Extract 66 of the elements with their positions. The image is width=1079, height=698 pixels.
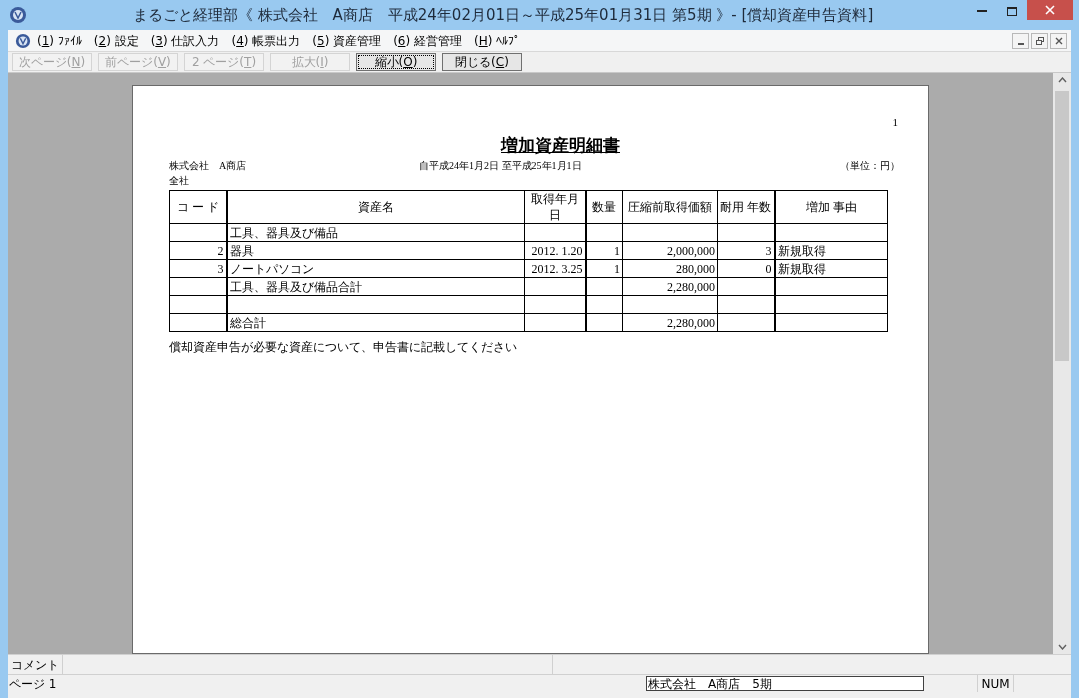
table-cell: 工具、器具及び備品 [226, 223, 525, 242]
toolbar-button[interactable]: 縮小(O) [356, 53, 436, 71]
table-cell [585, 277, 623, 296]
report-period: 自平成24年1月2日 至平成25年1月1日 [419, 159, 583, 173]
table-cell: 1 [585, 241, 623, 260]
close-icon [1054, 36, 1063, 45]
table-cell: 2,280,000 [622, 313, 718, 332]
vertical-scrollbar[interactable] [1053, 73, 1071, 654]
app-logo-icon [9, 6, 27, 24]
comment-label: コメント [8, 655, 63, 674]
table-cell [585, 295, 623, 314]
table-cell: 総合計 [226, 313, 525, 332]
report-note: 償却資産申告が必要な資産について、申告書に記載してください [169, 339, 518, 356]
num-indicator: NUM [978, 675, 1014, 692]
menu-item[interactable]: (6) 経営管理 [393, 31, 462, 50]
minimize-icon [977, 10, 987, 12]
minimize-icon [1017, 42, 1024, 45]
scroll-down-icon[interactable] [1057, 644, 1067, 650]
column-header: 数量 [585, 190, 623, 224]
table-cell: 2,000,000 [622, 241, 718, 260]
scroll-thumb[interactable] [1055, 91, 1069, 361]
scroll-up-icon[interactable] [1057, 77, 1067, 83]
table-cell: 2 [169, 241, 227, 260]
table-cell: 新規取得 [774, 259, 888, 278]
table-cell: ノートパソコン [226, 259, 525, 278]
table-cell: 1 [585, 259, 623, 278]
mdi-close-button[interactable] [1050, 32, 1067, 49]
table-cell [169, 313, 227, 332]
mdi-restore-button[interactable] [1031, 32, 1048, 49]
close-icon [1045, 5, 1055, 15]
page-number: 1 [892, 115, 898, 130]
menu-item[interactable]: (1) ﾌｧｲﾙ [37, 31, 82, 50]
column-header: 取得年月日 [524, 190, 586, 224]
window-title: まるごと経理部《 株式会社 A商店 平成24年02月01日～平成25年01月31日 第5期 》- [償却資産申告資料] [131, 4, 875, 26]
menu-item[interactable]: (2) 設定 [93, 31, 139, 50]
company-name: 株式会社 A商店 [169, 159, 248, 173]
page-status: ページ 1 [8, 675, 58, 693]
menu-item[interactable]: (4) 帳票出力 [231, 31, 301, 50]
table-cell: 2,280,000 [622, 277, 718, 296]
unit-label: （単位：円） [840, 159, 900, 173]
table-cell: 280,000 [622, 259, 718, 278]
menu-item[interactable]: (H) ﾍﾙﾌﾟ [473, 31, 521, 50]
table-cell [585, 223, 623, 242]
column-header: 資産名 [226, 190, 525, 224]
table-cell: 新規取得 [774, 241, 888, 260]
table-cell: 器具 [226, 241, 525, 260]
column-header: 圧縮前取得価額 [622, 190, 718, 224]
app-logo-icon[interactable] [15, 32, 31, 49]
table-cell [169, 277, 227, 296]
report-title: 増加資産明細書 [501, 134, 620, 157]
company-field: 株式会社 A商店 5期 [646, 676, 924, 691]
division-label: 全社 [169, 174, 190, 188]
restore-icon [1035, 36, 1044, 45]
menu-item[interactable]: (3) 仕訳入力 [150, 31, 220, 50]
menu-item[interactable]: (5) 資産管理 [312, 31, 382, 50]
table-cell: 工具、器具及び備品合計 [226, 277, 525, 296]
table-cell: 3 [169, 259, 227, 278]
table-cell [585, 313, 623, 332]
column-header: 増加 事由 [774, 190, 888, 224]
column-header: 耐用 年数 [717, 190, 775, 224]
table-cell [169, 223, 227, 242]
maximize-icon [1007, 6, 1017, 16]
toolbar-button[interactable]: 閉じる(C) [442, 53, 522, 71]
mdi-minimize-button[interactable] [1012, 32, 1029, 49]
column-header: コ ー ド [169, 190, 227, 224]
table-cell [169, 295, 227, 314]
